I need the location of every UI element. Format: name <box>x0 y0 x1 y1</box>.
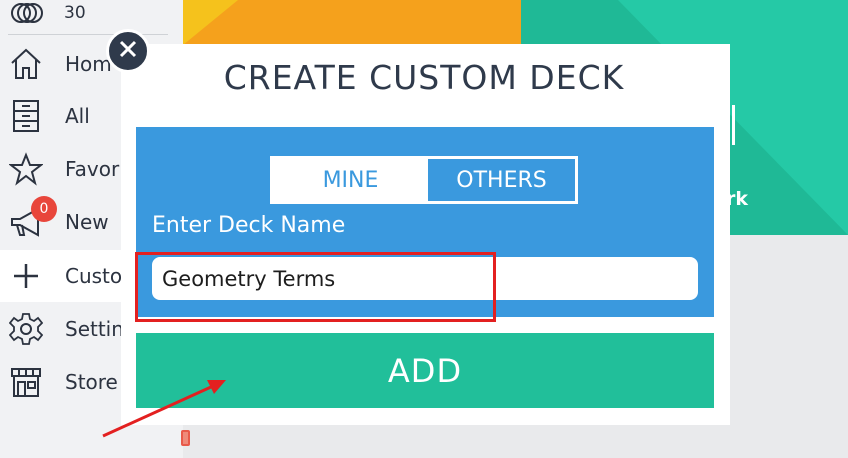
deck-tile-yellow[interactable] <box>183 0 521 45</box>
plus-icon <box>8 258 44 294</box>
owner-segmented-control: MINE OTHERS <box>270 156 578 204</box>
cursor-marker <box>181 430 190 446</box>
segment-others[interactable]: OTHERS <box>428 159 575 201</box>
deck-name-label: Enter Deck Name <box>152 213 346 238</box>
add-button[interactable]: ADD <box>136 333 714 408</box>
segment-mine[interactable]: MINE <box>273 159 428 201</box>
notification-badge: 0 <box>31 196 57 222</box>
star-icon <box>8 151 44 187</box>
sidebar-item-label: Favor <box>65 157 120 181</box>
close-button[interactable] <box>106 29 150 73</box>
sidebar-item-label: New <box>65 210 109 234</box>
gear-icon <box>8 311 44 347</box>
sidebar-top: 30 <box>0 0 183 30</box>
sidebar-item-label: All <box>65 104 90 128</box>
annotation-highlight-box <box>135 252 496 322</box>
sidebar-divider <box>8 34 168 35</box>
store-icon <box>8 364 44 400</box>
sidebar-item-label: Settin <box>65 317 124 341</box>
deck-count: 30 <box>64 3 86 23</box>
sidebar-item-label: Store <box>65 370 118 394</box>
cabinet-icon <box>8 98 44 134</box>
close-icon <box>119 40 137 62</box>
sidebar-item-label: Custo <box>65 264 123 288</box>
toggle-icon[interactable] <box>10 2 44 28</box>
